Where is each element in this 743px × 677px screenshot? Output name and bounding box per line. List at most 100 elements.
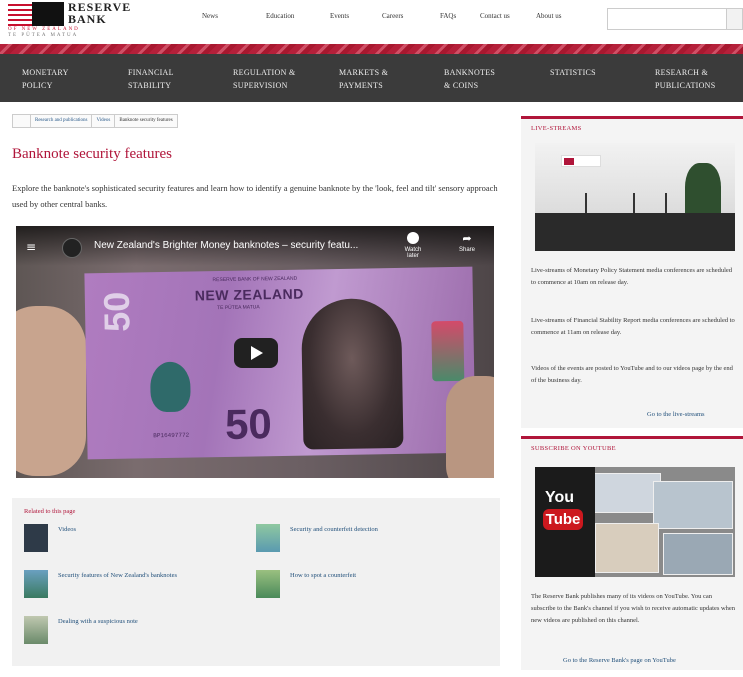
breadcrumb-link[interactable]: Videos (92, 115, 116, 127)
video-player[interactable]: 50 RESERVE BANK OF NEW ZEALAND NEW ZEALA… (16, 226, 494, 478)
press-conference-image (535, 143, 735, 251)
youtube-logo-you: You (545, 489, 575, 506)
page-title: Banknote security features (12, 146, 172, 162)
related-thumbnail (24, 524, 48, 552)
nav-item-financial-stability[interactable]: FINANCIAL STABILITY (128, 66, 228, 92)
live-streams-link[interactable]: Go to the live-streams (647, 411, 705, 418)
nav-label: STATISTICS (550, 68, 596, 77)
clock-icon (407, 232, 419, 244)
related-item-security-features[interactable]: Security features of New Zealand's bankn… (24, 570, 254, 600)
note-value-vertical: 50 (95, 291, 138, 333)
related-thumbnail (256, 524, 280, 552)
nav-item-regulation[interactable]: REGULATION & SUPERVISION (233, 66, 333, 92)
nav-label: PUBLICATIONS (655, 81, 716, 90)
related-item-spot-counterfeit[interactable]: How to spot a counterfeit (256, 570, 486, 600)
nav-item-markets[interactable]: MARKETS & PAYMENTS (339, 66, 439, 92)
note-maori-name: TE PŪTEA MATUA (216, 304, 260, 312)
top-link-education[interactable]: Education (266, 12, 294, 20)
nav-label: REGULATION & (233, 68, 296, 77)
rbnz-logo[interactable]: RESERVE BANK OF NEW ZEALAND TE PŪTEA MAT… (4, 0, 154, 40)
logo-text-line2: BANK (68, 12, 107, 26)
security-window (431, 320, 465, 382)
channel-avatar[interactable] (62, 238, 82, 258)
watch-later-button[interactable]: Watch later (398, 232, 428, 259)
nav-label: STABILITY (128, 81, 172, 90)
breadcrumb-home[interactable] (13, 115, 31, 127)
related-link[interactable]: Security and counterfeit detection (290, 526, 378, 533)
nav-label: & COINS (444, 81, 479, 90)
bird-illustration (149, 361, 191, 413)
youtube-logo: You Tube (535, 467, 595, 577)
logo-subtitle-maori: TE PŪTEA MATUA (8, 33, 79, 38)
share-icon: ➦ (462, 233, 472, 245)
top-link-faqs[interactable]: FAQs (440, 12, 456, 20)
breadcrumb-current: Banknote security features (119, 118, 173, 123)
nav-label: MONETARY (22, 68, 69, 77)
live-streams-fsr-text: Live-streams of Financial Stability Repo… (531, 317, 735, 336)
live-streams-panel: LIVE-STREAMS Live-streams of Monetary Po… (521, 116, 743, 428)
youtube-text: The Reserve Bank publishes many of its v… (531, 593, 736, 624)
nav-item-statistics[interactable]: STATISTICS (550, 66, 650, 79)
youtube-panel: SUBSCRIBE ON YOUTUBE You Tube The Reserv… (521, 436, 743, 670)
note-serial: BP16497772 (153, 431, 190, 440)
nav-label: POLICY (22, 81, 53, 90)
portrait-illustration (300, 297, 404, 450)
related-link[interactable]: Videos (58, 526, 76, 533)
intro-text: Explore the banknote's sophisticated sec… (12, 183, 498, 209)
related-link[interactable]: Dealing with a suspicious note (58, 618, 138, 625)
nav-item-research[interactable]: RESEARCH & PUBLICATIONS (655, 66, 741, 92)
breadcrumb-link[interactable]: Research and publications (31, 115, 93, 127)
youtube-title: SUBSCRIBE ON YOUTUBE (531, 445, 616, 452)
related-title: Related to this page (24, 508, 76, 515)
related-link[interactable]: Security features of New Zealand's bankn… (58, 572, 177, 579)
related-thumbnail (24, 616, 48, 644)
related-item-security[interactable]: Security and counterfeit detection (256, 524, 486, 554)
related-item-videos[interactable]: Videos (24, 524, 224, 554)
nav-item-monetary-policy[interactable]: MONETARY POLICY (22, 66, 122, 92)
playlist-icon[interactable]: ≡ (26, 240, 36, 254)
search-input[interactable] (607, 8, 727, 30)
youtube-image: You Tube (535, 467, 735, 577)
nav-item-banknotes[interactable]: BANKNOTES & COINS (444, 66, 544, 92)
share-label: Share (458, 247, 475, 253)
live-streams-title: LIVE-STREAMS (531, 125, 582, 132)
logo-mark (8, 2, 64, 26)
nav-label: RESEARCH & (655, 68, 709, 77)
note-country: NEW ZEALAND (194, 285, 304, 304)
logo-subtitle: OF NEW ZEALAND (8, 27, 80, 32)
hand-image (446, 376, 494, 478)
play-button[interactable] (234, 338, 278, 368)
related-item-suspicious-note[interactable]: Dealing with a suspicious note (24, 616, 254, 646)
search-button[interactable] (727, 8, 743, 30)
nav-label: SUPERVISION (233, 81, 288, 90)
share-button[interactable]: ➦ Share (452, 232, 482, 253)
top-link-news[interactable]: News (202, 12, 218, 20)
nav-label: BANKNOTES (444, 68, 496, 77)
watch-later-label: Watch later (404, 247, 422, 259)
breadcrumb: Research and publications Videos Banknot… (12, 114, 178, 128)
nav-label: FINANCIAL (128, 68, 174, 77)
note-bank-name: RESERVE BANK OF NEW ZEALAND (212, 275, 298, 284)
hand-image (16, 306, 86, 476)
top-link-events[interactable]: Events (330, 12, 349, 20)
top-link-about[interactable]: About us (536, 12, 561, 20)
nav-label: MARKETS & (339, 68, 389, 77)
live-streams-videos-text: Videos of the events are posted to YouTu… (531, 365, 733, 384)
decorative-band (0, 44, 743, 54)
site-header: RESERVE BANK OF NEW ZEALAND TE PŪTEA MAT… (0, 0, 743, 44)
live-streams-mps-text: Live-streams of Monetary Policy Statemen… (531, 267, 733, 286)
video-title[interactable]: New Zealand's Brighter Money banknotes –… (94, 240, 358, 251)
nav-label: PAYMENTS (339, 81, 384, 90)
related-thumbnail (256, 570, 280, 598)
youtube-link[interactable]: Go to the Reserve Bank's page on YouTube (563, 657, 676, 664)
related-link[interactable]: How to spot a counterfeit (290, 572, 356, 579)
note-value: 50 (224, 400, 273, 448)
youtube-logo-tube: Tube (543, 509, 583, 530)
video-title-bar: ≡ New Zealand's Brighter Money banknotes… (16, 226, 494, 266)
related-pages: Related to this page Videos Security and… (12, 498, 500, 666)
banknote-image: 50 RESERVE BANK OF NEW ZEALAND NEW ZEALA… (84, 266, 476, 460)
top-link-contact[interactable]: Contact us (480, 12, 510, 20)
main-nav: MONETARY POLICY FINANCIAL STABILITY REGU… (0, 54, 743, 102)
top-link-careers[interactable]: Careers (382, 12, 403, 20)
related-thumbnail (24, 570, 48, 598)
